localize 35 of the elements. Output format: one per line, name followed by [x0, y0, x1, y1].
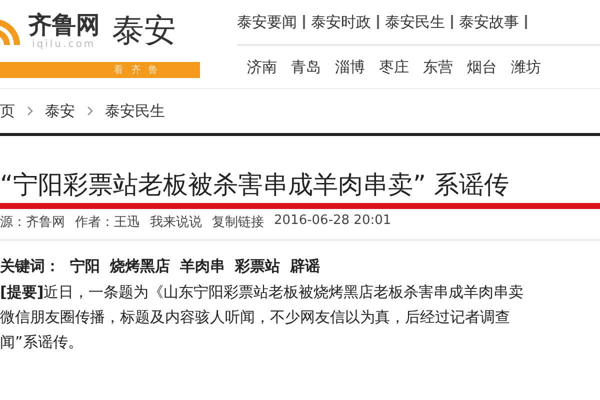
keywords-label: 关键词：: [0, 257, 60, 276]
chevron-right-icon: [27, 106, 33, 116]
article-meta: 作者：王迅: [75, 214, 140, 232]
site-logo-name: 齐鲁网: [28, 12, 100, 39]
city-link[interactable]: 枣庄: [379, 58, 409, 76]
summary-line: 闻”系谣传。: [0, 332, 84, 353]
chevron-right-icon: [87, 106, 93, 116]
article-meta: 2016-06-28 20:01: [274, 213, 392, 230]
keyword-link[interactable]: 烧烤黑店: [110, 257, 170, 276]
breadcrumb-link[interactable]: 页: [0, 102, 15, 120]
site-domain: iqilu.com: [31, 38, 97, 50]
breadcrumb-link[interactable]: 泰安: [45, 102, 75, 120]
city-link[interactable]: 济南: [247, 58, 277, 76]
city-link[interactable]: 烟台: [467, 58, 497, 76]
keyword-link[interactable]: 辟谣: [290, 257, 320, 276]
city-link[interactable]: 东营: [423, 58, 453, 76]
city-link[interactable]: 淄博: [335, 58, 365, 76]
breadcrumb-link[interactable]: 泰安民生: [105, 102, 165, 120]
keyword-link[interactable]: 宁阳: [70, 257, 100, 276]
nav-link[interactable]: 泰安时政: [311, 12, 371, 32]
article-meta: 我来说说: [150, 214, 202, 232]
article-meta: 复制链接: [212, 214, 264, 232]
city-channel-title: 泰安: [112, 10, 176, 51]
article-title: “宁阳彩票站老板被杀害串成羊肉串卖” 系谣传: [0, 169, 510, 201]
keyword-link[interactable]: 彩票站: [235, 257, 280, 276]
nav-link[interactable]: 泰安要闻: [237, 12, 297, 32]
article-meta: 源：齐鲁网: [0, 214, 65, 232]
nav-link[interactable]: 泰安故事: [459, 12, 519, 32]
nav-link[interactable]: 泰安民生: [385, 12, 445, 32]
slogan-bar: 看 齐 鲁: [0, 62, 200, 78]
city-link[interactable]: 青岛: [291, 58, 321, 76]
summary-line: [提要]近日，一条题为《山东宁阳彩票站老板被烧烤黑店老板杀害串成羊肉串卖: [0, 282, 525, 303]
summary-line: 微信朋友圈传播，标题及内容骇人听闻，不少网友信以为真，后经过记者调查: [0, 307, 511, 328]
keyword-link[interactable]: 羊肉串: [180, 257, 225, 276]
city-link[interactable]: 潍坊: [511, 58, 541, 76]
